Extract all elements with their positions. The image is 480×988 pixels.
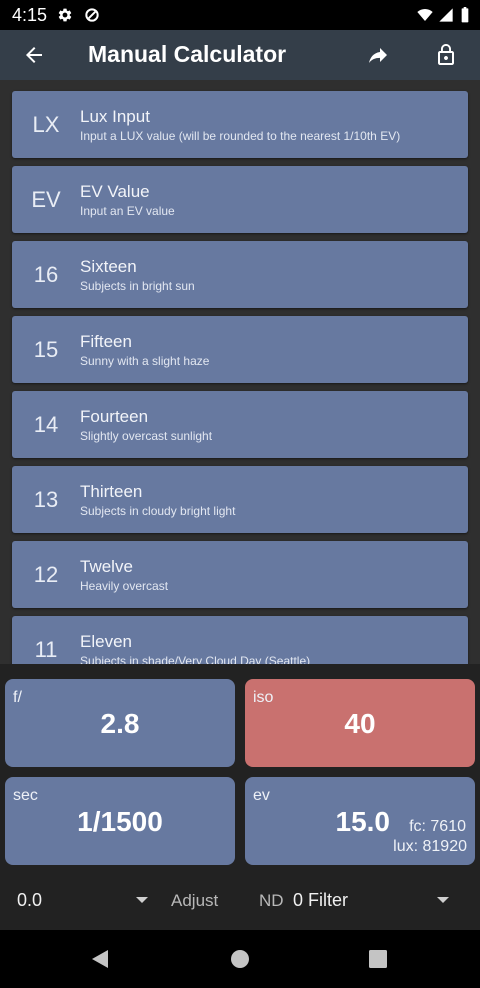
nav-home-icon[interactable] [229,948,251,970]
system-nav-bar [0,930,480,988]
exposure-panel: f/ 2.8 iso 40 sec 1/1500 ev 15.0 fc: 761… [0,664,480,930]
status-bar: 4:15 [0,0,480,30]
chevron-down-icon [437,897,449,903]
foot-candles-readout: fc: 7610 [409,818,466,835]
ev-list-item-11[interactable]: 11 Eleven Subjects in shade/Very Cloud D… [12,616,468,664]
nav-back-icon[interactable] [89,948,111,970]
ev-item-subtitle: Input a LUX value (will be rounded to th… [80,129,401,143]
iso-value: 40 [344,708,376,739]
adjust-value: 0.0 [17,890,43,910]
ev-item-title: EV Value [80,182,150,201]
shutter-box[interactable]: sec 1/1500 [5,777,235,865]
ev-item-badge: 12 [33,562,59,587]
ev-item-subtitle: Subjects in bright sun [80,279,195,293]
ev-item-subtitle: Subjects in shade/Very Cloud Day (Seattl… [80,654,311,664]
ev-list-item-lux[interactable]: LX Lux Input Input a LUX value (will be … [12,91,468,158]
ev-item-subtitle: Heavily overcast [80,579,169,593]
ev-item-badge: 15 [33,337,59,362]
nav-recents-icon[interactable] [367,948,389,970]
arrow-left-icon[interactable] [22,43,46,67]
aperture-box[interactable]: f/ 2.8 [5,679,235,767]
ev-item-badge: 13 [33,487,59,512]
nd-filter-value: 0 Filter [293,890,349,910]
shutter-label: sec [13,787,38,804]
ev-item-title: Fifteen [80,332,132,351]
share-icon[interactable] [366,43,390,67]
lux-readout: lux: 81920 [393,838,467,855]
ev-list-item-12[interactable]: 12 Twelve Heavily overcast [12,541,468,608]
gear-icon [58,8,72,22]
lock-icon[interactable] [434,43,458,67]
aperture-value: 2.8 [100,708,140,739]
ev-list-item-15[interactable]: 15 Fifteen Sunny with a slight haze [12,316,468,383]
status-time: 4:15 [12,5,48,25]
ev-item-badge: 14 [33,412,59,437]
iso-box[interactable]: iso 40 [245,679,475,767]
cell-signal-icon [439,8,453,22]
ev-item-title: Twelve [80,557,133,576]
ev-item-badge: LX [32,112,60,137]
app-bar: Manual Calculator [0,30,480,80]
page-title: Manual Calculator [88,41,287,67]
ev-item-badge: 11 [34,637,58,662]
ev-item-title: Thirteen [80,482,143,501]
ev-value: 15.0 [335,806,391,837]
ev-item-title: Sixteen [80,257,137,276]
ev-item-title: Eleven [80,632,132,651]
ev-list-item-ev[interactable]: EV EV Value Input an EV value [12,166,468,233]
aperture-label: f/ [13,689,22,706]
nd-label: ND [259,891,284,910]
ev-list-item-14[interactable]: 14 Fourteen Slightly overcast sunlight [12,391,468,458]
ev-item-badge: EV [31,187,61,212]
ev-item-subtitle: Input an EV value [80,204,175,218]
ev-list-item-16[interactable]: 16 Sixteen Subjects in bright sun [12,241,468,308]
ev-item-subtitle: Slightly overcast sunlight [80,429,213,443]
ev-list-item-13[interactable]: 13 Thirteen Subjects in cloudy bright li… [12,466,468,533]
ev-item-title: Fourteen [80,407,149,426]
iso-label: iso [253,689,274,706]
wifi-icon [417,9,433,21]
ev-label: ev [253,787,270,804]
ev-item-title: Lux Input [80,107,150,126]
data-saver-icon [85,8,99,22]
chevron-down-icon [136,897,148,903]
ev-box[interactable]: ev 15.0 fc: 7610 lux: 81920 [245,777,475,865]
shutter-value: 1/1500 [77,806,163,837]
ev-item-subtitle: Subjects in cloudy bright light [80,504,236,518]
ev-preset-list[interactable]: LX Lux Input Input a LUX value (will be … [0,80,480,664]
ev-item-badge: 16 [33,262,59,287]
battery-icon [461,7,469,23]
ev-item-subtitle: Sunny with a slight haze [80,354,210,368]
adjust-label: Adjust [171,891,219,910]
